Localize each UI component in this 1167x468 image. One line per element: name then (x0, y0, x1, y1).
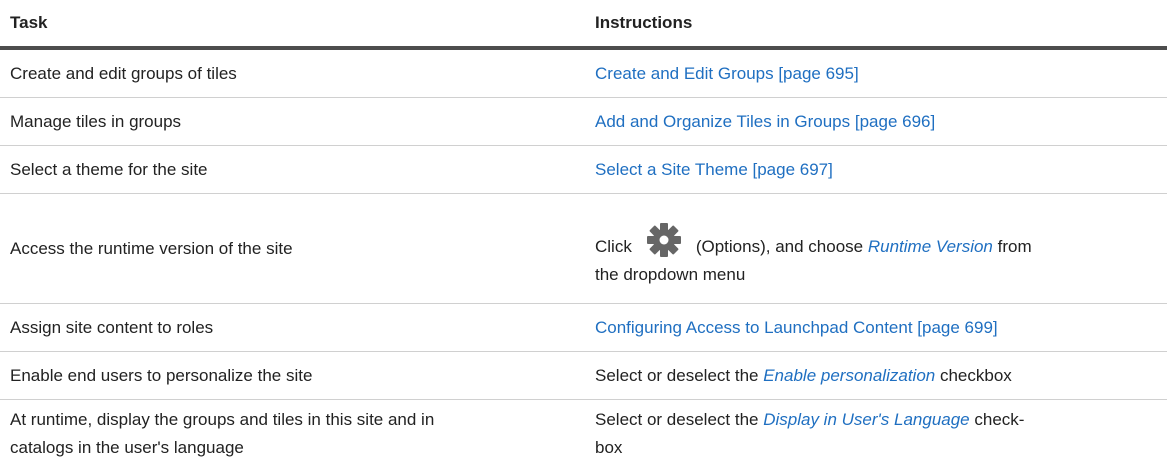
table-row: Enable end users to personalize the site… (0, 352, 1167, 400)
task-text: Access the runtime version of the site (10, 238, 293, 258)
table-row: Assign site content to roles Configuring… (0, 304, 1167, 352)
column-header-instructions: Instructions (595, 13, 693, 32)
select-site-theme-link[interactable]: Select a Site Theme [page 697] (595, 156, 833, 184)
table-row: At runtime, display the groups and tiles… (0, 400, 1167, 468)
runtime-version-term: Runtime Version (867, 237, 993, 256)
table-row: Select a theme for the site Select a Sit… (0, 146, 1167, 194)
task-text: Assign site content to roles (10, 317, 214, 337)
task-text: At runtime, display the groups and tiles… (10, 410, 435, 457)
instruction-text: Select or deselect the Enable personaliz… (595, 365, 1012, 385)
enable-personalization-term: Enable personalization (763, 365, 936, 385)
task-text: Create and edit groups of tiles (10, 63, 237, 83)
display-user-language-term: Display in User's Language (763, 410, 970, 429)
task-text: Select a theme for the site (10, 159, 208, 179)
table-header-row: Task Instructions (0, 0, 1167, 50)
add-organize-tiles-link[interactable]: Add and Organize Tiles in Groups [page 6… (595, 108, 935, 136)
table-row: Manage tiles in groups Add and Organize … (0, 98, 1167, 146)
table-row: Create and edit groups of tiles Create a… (0, 50, 1167, 98)
column-header-task: Task (10, 13, 48, 32)
task-text: Manage tiles in groups (10, 111, 182, 131)
task-text: Enable end users to personalize the site (10, 365, 313, 385)
gear-icon (646, 222, 682, 258)
instruction-text: Select or deselect the Display in User's… (595, 410, 1025, 457)
table-row: Access the runtime version of the site C… (0, 194, 1167, 304)
instruction-text: Click (Options), and choose Runtime Vers… (595, 222, 1032, 289)
create-edit-groups-link[interactable]: Create and Edit Groups [page 695] (595, 60, 859, 88)
configuring-access-link[interactable]: Configuring Access to Launchpad Content … (595, 314, 998, 342)
